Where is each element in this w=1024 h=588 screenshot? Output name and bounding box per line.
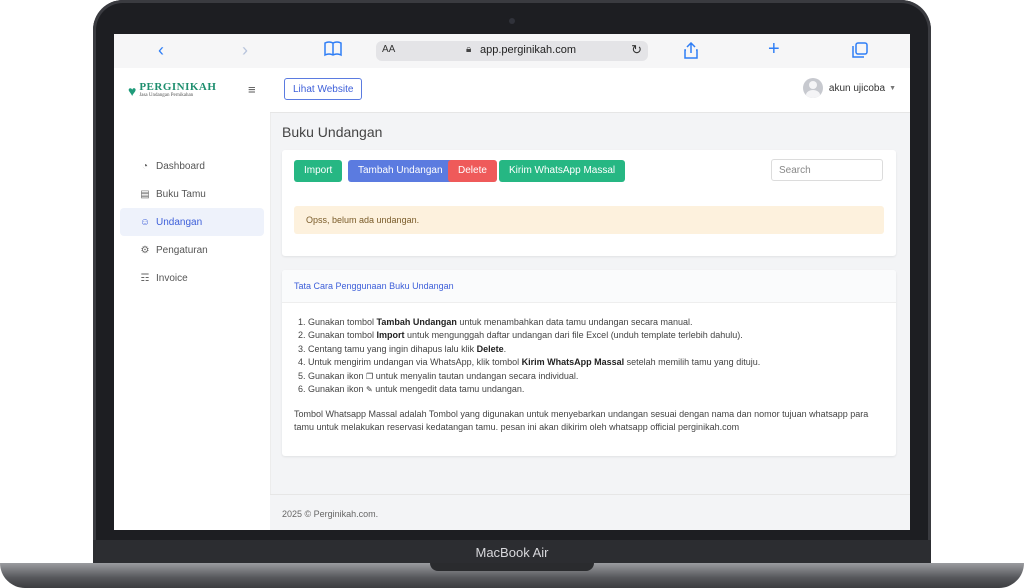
guide-note: Tombol Whatsapp Massal adalah Tombol yan… [294,409,869,432]
sidebar-item-undangan[interactable]: ☺ Undangan [120,208,264,236]
list-item: Gunakan tombol Tambah Undangan untuk men… [308,316,760,329]
url-text[interactable]: app.perginikah.com [480,44,576,56]
brand-name: PERGINIKAH [139,81,217,93]
new-tab-icon[interactable]: + [768,39,780,59]
tabs-icon[interactable] [852,42,868,62]
sidebar-item-dashboard[interactable]: ◔ Dashboard [120,152,264,180]
search-input[interactable] [771,159,883,181]
browser-toolbar: ‹ › AA 🔒︎ app.perginikah.com ↻ + [114,34,910,69]
lock-icon: 🔒︎ [466,44,472,55]
send-whatsapp-button[interactable]: Kirim WhatsApp Massal [499,160,626,182]
chevron-down-icon[interactable]: ▼ [889,85,896,92]
back-icon[interactable]: ‹ [158,40,164,60]
heart-icon: ♥ [128,82,137,99]
bookmarks-icon[interactable] [324,41,342,61]
sidebar-nav: ◔ Dashboard ▤ Buku Tamu ☺ Undangan ⚙ Pen… [114,152,270,292]
brand-tagline: Jasa Undangan Pernikahan [139,93,194,98]
list-item: Gunakan ikon ✎ untuk mengedit data tamu … [308,383,760,396]
footer-text: 2025 © Perginikah.com. [282,509,379,519]
sidebar-item-label: Invoice [156,272,188,284]
book-icon: ▤ [140,188,150,200]
screen: ‹ › AA 🔒︎ app.perginikah.com ↻ + ♥ PERGI… [114,34,910,530]
list-item: Gunakan tombol Import untuk mengunggah d… [308,329,760,342]
share-icon[interactable] [684,41,698,63]
menu-toggle-icon[interactable]: ≡ [248,82,256,97]
pencil-icon: ✎ [366,385,373,395]
gear-icon: ⚙ [140,244,150,256]
invitation-icon: ☺ [139,216,151,228]
invitation-card: Import Tambah Undangan Delete Kirim What… [282,150,896,256]
device-label: MacBook Air [475,545,549,560]
list-item: Gunakan ikon ❐ untuk menyalin tautan und… [308,370,760,383]
cart-icon: ☶ [140,272,150,284]
reader-aa[interactable]: AA [382,44,395,55]
address-bar[interactable]: AA 🔒︎ app.perginikah.com ↻ [376,41,648,61]
dashboard-icon: ◔ [141,160,149,172]
sidebar-item-label: Buku Tamu [156,188,206,200]
avatar[interactable] [802,78,823,98]
username[interactable]: akun ujicoba [829,83,885,94]
top-header: Lihat Website akun ujicoba ▼ [270,68,910,113]
page-title: Buku Undangan [282,124,383,140]
user-menu[interactable]: akun ujicoba ▼ [802,78,896,98]
sidebar: ♥ PERGINIKAH Jasa Undangan Pernikahan ≡ … [114,68,271,530]
footer: 2025 © Perginikah.com. [270,494,910,530]
sidebar-item-buku-tamu[interactable]: ▤ Buku Tamu [120,180,264,208]
laptop-notch [430,563,594,571]
forward-icon[interactable]: › [242,40,248,60]
sidebar-item-pengaturan[interactable]: ⚙ Pengaturan [120,236,264,264]
guide-steps: Gunakan tombol Tambah Undangan untuk men… [294,316,760,396]
add-invitation-button[interactable]: Tambah Undangan [348,160,453,182]
list-item: Centang tamu yang ingin dihapus lalu kli… [308,343,760,356]
guide-card: Tata Cara Penggunaan Buku Undangan Gunak… [282,270,896,456]
list-item: Untuk mengirim undangan via WhatsApp, kl… [308,356,760,369]
sidebar-item-label: Undangan [156,216,203,228]
empty-alert: Opss, belum ada undangan. [294,206,884,234]
sidebar-item-label: Pengaturan [156,244,208,256]
sidebar-item-label: Dashboard [156,160,205,172]
brand-logo[interactable]: ♥ PERGINIKAH Jasa Undangan Pernikahan [128,82,216,99]
laptop-chin: MacBook Air [93,540,931,565]
guide-title: Tata Cara Penggunaan Buku Undangan [294,281,454,291]
delete-button[interactable]: Delete [448,160,497,182]
import-button[interactable]: Import [294,160,343,182]
camera [509,18,515,24]
sidebar-item-invoice[interactable]: ☶ Invoice [120,264,264,292]
lihat-website-button[interactable]: Lihat Website [284,78,363,100]
reload-icon[interactable]: ↻ [631,42,642,58]
